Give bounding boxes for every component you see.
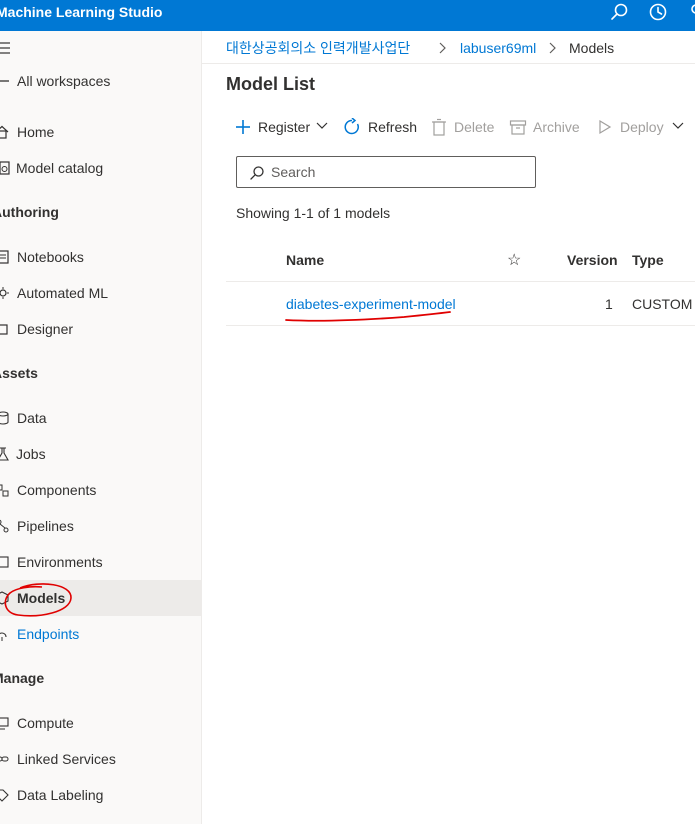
sidebar-item-components[interactable]: Components	[0, 472, 201, 508]
register-label: Register	[258, 119, 311, 135]
sidebar-item-label: Environments	[17, 554, 103, 570]
archive-icon	[509, 118, 527, 136]
results-count: Showing 1-1 of 1 models	[236, 205, 391, 221]
archive-button[interactable]: Archive	[509, 117, 585, 137]
delete-button[interactable]: Delete	[430, 117, 496, 137]
jobs-icon	[0, 446, 10, 462]
sidebar: All workspaces Home Model catalog Author…	[0, 31, 202, 824]
play-icon	[596, 118, 614, 136]
catalog-icon	[0, 160, 10, 176]
refresh-button[interactable]: Refresh	[343, 117, 418, 137]
sidebar-item-pipelines[interactable]: Pipelines	[0, 508, 201, 544]
breadcrumb-workspace-group[interactable]: 대한상공회의소 인력개발사업단	[226, 39, 410, 57]
section-heading-assets: Assets	[0, 365, 38, 381]
page-title: Model List	[226, 74, 315, 94]
automl-icon	[0, 285, 10, 301]
sidebar-item-label: Linked Services	[17, 751, 116, 767]
refresh-label: Refresh	[368, 119, 418, 135]
search-icon	[249, 165, 265, 181]
search-icon[interactable]	[608, 1, 630, 23]
sidebar-item-notebooks[interactable]: Notebooks	[0, 239, 201, 275]
deploy-button[interactable]: Deploy	[596, 117, 686, 137]
models-icon	[0, 590, 10, 606]
breadcrumb-current: Models	[569, 40, 615, 56]
section-heading-authoring: Authoring	[0, 204, 59, 220]
model-name-link[interactable]: diabetes-experiment-model	[286, 296, 456, 312]
components-icon	[0, 482, 10, 498]
model-version: 1	[605, 296, 613, 312]
menu-icon[interactable]	[0, 41, 10, 54]
sidebar-item-compute[interactable]: Compute	[0, 705, 201, 741]
chevron-right-icon	[549, 42, 556, 54]
chevron-down-icon	[316, 122, 328, 129]
sidebar-item-home[interactable]: Home	[0, 114, 201, 150]
sidebar-item-jobs[interactable]: Jobs	[0, 436, 201, 472]
sidebar-item-model-catalog[interactable]: Model catalog	[0, 150, 201, 186]
sidebar-item-label: Data Labeling	[17, 787, 104, 803]
sidebar-item-label: Data	[17, 410, 47, 426]
compute-icon	[0, 715, 10, 731]
search-input[interactable]	[271, 162, 526, 182]
refresh-icon	[343, 118, 361, 136]
environments-icon	[0, 554, 10, 570]
sidebar-item-label: Automated ML	[17, 285, 109, 301]
annotation-underline	[285, 311, 451, 322]
endpoints-icon	[0, 626, 10, 642]
sidebar-item-endpoints[interactable]: Endpoints	[0, 616, 201, 652]
column-header-name[interactable]: Name	[286, 252, 324, 268]
column-header-version[interactable]: Version	[567, 252, 618, 268]
history-icon[interactable]	[647, 1, 669, 23]
sidebar-item-label: Compute	[17, 715, 74, 731]
model-type: CUSTOM	[632, 296, 693, 312]
app-title[interactable]: Machine Learning Studio	[0, 3, 162, 21]
breadcrumb: 대한상공회의소 인력개발사업단 labuser69ml Models	[202, 31, 695, 64]
register-button[interactable]: Register	[234, 117, 330, 137]
chevron-right-icon	[439, 42, 446, 54]
add-icon	[234, 118, 252, 136]
notebook-icon	[0, 249, 10, 265]
sidebar-item-label: Jobs	[16, 446, 46, 462]
sidebar-item-linked-services[interactable]: Linked Services	[0, 741, 201, 777]
row-divider	[226, 325, 695, 326]
sidebar-item-designer[interactable]: Designer	[0, 311, 201, 347]
arrow-left-icon	[0, 73, 10, 89]
header-divider	[226, 281, 695, 282]
top-bar: Machine Learning Studio	[0, 0, 695, 31]
sidebar-item-label: All workspaces	[17, 73, 111, 89]
sidebar-item-label: Model catalog	[16, 160, 104, 176]
home-icon	[0, 124, 10, 140]
column-header-type[interactable]: Type	[632, 252, 664, 268]
deploy-label: Deploy	[620, 119, 664, 135]
breadcrumb-workspace[interactable]: labuser69ml	[460, 39, 536, 57]
archive-label: Archive	[533, 119, 580, 135]
sidebar-item-label: Models	[17, 590, 66, 606]
sidebar-item-all-workspaces[interactable]: All workspaces	[0, 63, 201, 99]
section-heading-manage: Manage	[0, 670, 45, 686]
sidebar-item-label: Notebooks	[17, 249, 84, 265]
linked-services-icon	[0, 751, 10, 767]
sidebar-item-environments[interactable]: Environments	[0, 544, 201, 580]
sidebar-item-label: Home	[17, 124, 55, 140]
data-icon	[0, 410, 10, 426]
profile-icon[interactable]	[688, 1, 695, 23]
sidebar-item-models[interactable]: Models	[0, 580, 201, 616]
delete-icon	[430, 118, 448, 136]
sidebar-item-label: Pipelines	[17, 518, 74, 534]
sidebar-item-label: Designer	[17, 321, 74, 337]
main-content: 대한상공회의소 인력개발사업단 labuser69ml Models Model…	[202, 31, 695, 824]
sidebar-item-label: Endpoints	[17, 626, 80, 642]
chevron-down-icon	[672, 122, 684, 129]
sidebar-item-data[interactable]: Data	[0, 400, 201, 436]
search-box[interactable]	[236, 156, 536, 188]
sidebar-item-automated-ml[interactable]: Automated ML	[0, 275, 201, 311]
designer-icon	[0, 321, 10, 337]
pipelines-icon	[0, 518, 10, 534]
sidebar-item-data-labeling[interactable]: Data Labeling	[0, 777, 201, 813]
delete-label: Delete	[454, 119, 495, 135]
column-header-favorite[interactable]: ☆	[507, 250, 521, 270]
sidebar-item-label: Components	[17, 482, 97, 498]
data-labeling-icon	[0, 787, 10, 803]
